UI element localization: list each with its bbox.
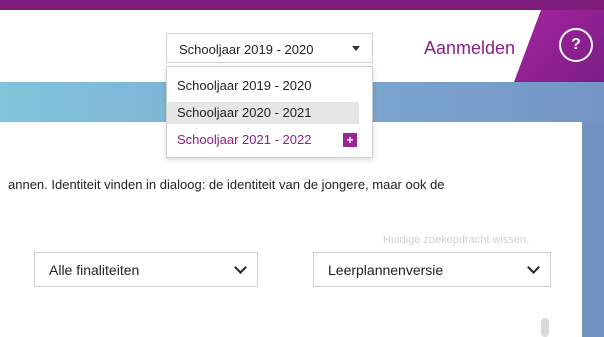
side-strip bbox=[582, 122, 604, 337]
top-accent-bar bbox=[0, 0, 604, 10]
reset-search-link[interactable]: Huidige zoekopdracht wissen. bbox=[383, 234, 529, 246]
version-select-value: Leerplannenversie bbox=[328, 262, 444, 278]
finaliteit-select-value: Alle finaliteiten bbox=[49, 262, 140, 278]
plus-icon: + bbox=[343, 133, 357, 147]
schoolyear-select-value: Schooljaar 2019 - 2020 bbox=[179, 42, 314, 57]
schoolyear-option-hovered[interactable]: Schooljaar 2020 - 2021 bbox=[167, 102, 359, 124]
finaliteit-select[interactable]: Alle finaliteiten bbox=[34, 252, 258, 287]
scrollbar-thumb[interactable] bbox=[541, 318, 549, 337]
caret-down-icon bbox=[352, 46, 360, 51]
schoolyear-option[interactable]: Schooljaar 2021 - 2022 bbox=[167, 129, 372, 151]
schoolyear-option[interactable]: Schooljaar 2019 - 2020 bbox=[167, 75, 372, 97]
chevron-down-icon bbox=[234, 261, 247, 274]
schoolyear-select[interactable]: Schooljaar 2019 - 2020 bbox=[166, 33, 373, 63]
description-text: annen. Identiteit vinden in dialoog: de … bbox=[8, 177, 445, 192]
login-link[interactable]: Aanmelden bbox=[424, 38, 515, 59]
chevron-down-icon bbox=[527, 261, 540, 274]
help-icon[interactable]: ? bbox=[559, 28, 593, 62]
schoolyear-dropdown: Schooljaar 2019 - 2020 Schooljaar 2020 -… bbox=[166, 66, 373, 158]
version-select[interactable]: Leerplannenversie bbox=[313, 252, 551, 287]
